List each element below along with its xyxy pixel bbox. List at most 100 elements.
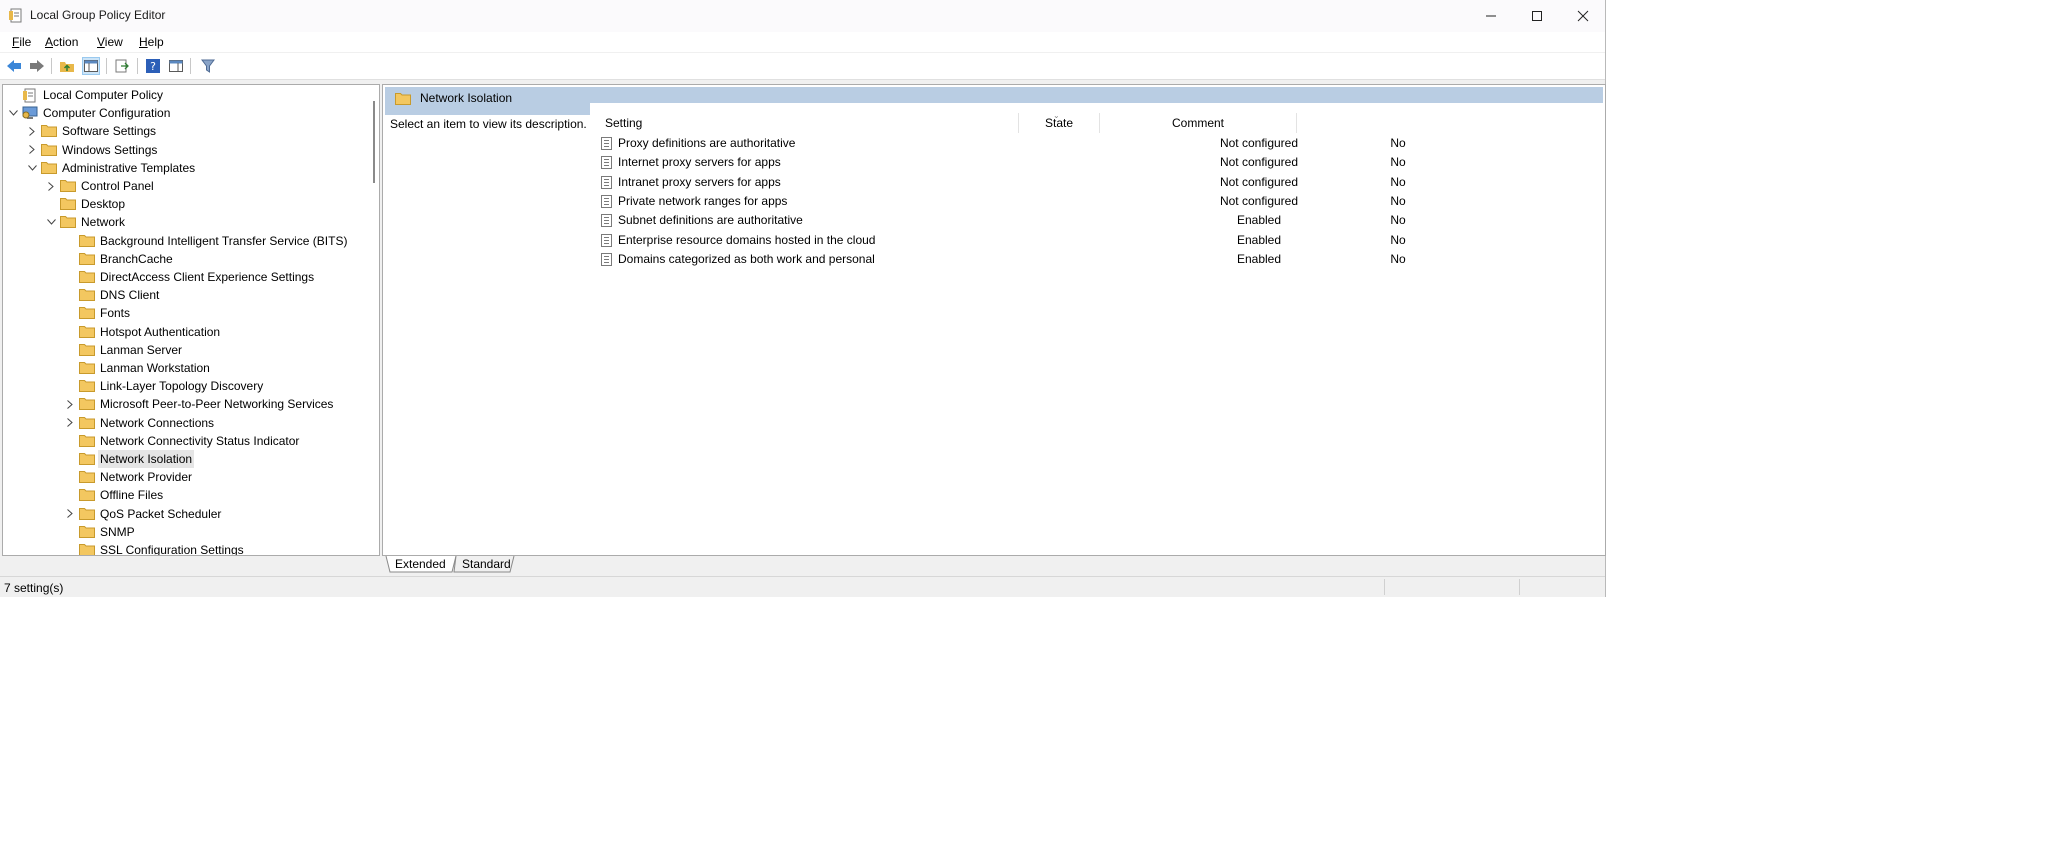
tree-item[interactable]: Lanman Server: [3, 341, 363, 359]
chevron-right-icon[interactable]: [64, 395, 76, 413]
window-title: Local Group Policy Editor: [30, 8, 166, 22]
setting-state: Enabled: [1236, 232, 1282, 247]
tab-standard[interactable]: Standard: [456, 556, 517, 572]
folder-icon: [79, 325, 95, 339]
chevron-right-icon[interactable]: [64, 505, 76, 523]
tree-item[interactable]: Network Connectivity Status Indicator: [3, 432, 363, 450]
tree-item[interactable]: Network Provider: [3, 468, 363, 486]
chevron-right-icon[interactable]: [64, 414, 76, 432]
tree-item[interactable]: Link-Layer Topology Discovery: [3, 377, 363, 395]
tree-vscroll-thumb[interactable]: [373, 101, 375, 183]
chevron-right-icon[interactable]: [45, 177, 57, 195]
tree-item[interactable]: Microsoft Peer-to-Peer Networking Servic…: [3, 395, 363, 413]
tree-item[interactable]: Windows Settings: [3, 141, 363, 159]
setting-row[interactable]: Intranet proxy servers for apps Not confi…: [601, 173, 1501, 192]
tab-extended[interactable]: Extended: [389, 556, 452, 572]
setting-row[interactable]: Internet proxy servers for apps Not confi…: [601, 153, 1501, 172]
column-header-comment[interactable]: Comment: [1101, 114, 1295, 132]
chevron-right-icon[interactable]: [26, 122, 38, 140]
column-header-state[interactable]: State: [1020, 114, 1098, 132]
tree-item-label: Network Connectivity Status Indicator: [100, 433, 300, 448]
chevron-down-icon[interactable]: [45, 213, 57, 231]
tree-item[interactable]: Local Computer Policy: [3, 86, 363, 104]
setting-row[interactable]: Proxy definitions are authoritative Not c…: [601, 134, 1501, 153]
tree-item[interactable]: Control Panel: [3, 177, 363, 195]
chevron-right-icon[interactable]: [26, 141, 38, 159]
tree-item[interactable]: Hotspot Authentication: [3, 323, 363, 341]
menu-view[interactable]: View: [97, 35, 123, 49]
maximize-button[interactable]: [1514, 0, 1560, 32]
console-tree-icon: [84, 60, 98, 72]
forward-button[interactable]: [28, 57, 46, 75]
setting-state: Enabled: [1236, 213, 1282, 228]
tree-item[interactable]: SSL Configuration Settings: [3, 541, 363, 556]
folder-icon: [60, 197, 76, 211]
tree-item-label: DirectAccess Client Experience Settings: [100, 270, 315, 284]
setting-row[interactable]: Domains categorized as both work and per…: [601, 250, 1501, 269]
folder-up-icon: [60, 62, 74, 72]
tree-item-label: Software Settings: [62, 124, 157, 139]
tree-item[interactable]: BranchCache: [3, 250, 363, 268]
help-button[interactable]: ?: [144, 57, 162, 75]
folder-icon: [60, 215, 76, 229]
tree-item[interactable]: QoS Packet Scheduler: [3, 505, 363, 523]
tree-item[interactable]: Administrative Templates: [3, 159, 363, 177]
tree-item-label: SNMP: [100, 524, 135, 539]
help-icon: ?: [146, 59, 160, 73]
show-hide-console-tree-button[interactable]: [82, 57, 100, 75]
extended-description: Select an item to view its description.: [390, 117, 587, 131]
tree-item[interactable]: SNMP: [3, 523, 363, 541]
policy-setting-icon: [601, 233, 612, 247]
back-button[interactable]: [5, 57, 23, 75]
show-hide-action-pane-button[interactable]: [167, 57, 185, 75]
tree-item-label: BranchCache: [100, 251, 173, 266]
folder-icon: [79, 288, 95, 302]
chevron-down-icon[interactable]: [26, 159, 38, 177]
setting-row[interactable]: Private network ranges for apps Not confi…: [601, 192, 1501, 211]
filter-button[interactable]: [199, 57, 217, 75]
tree-item[interactable]: Computer Configuration: [3, 104, 363, 122]
title-bar: Local Group Policy Editor: [0, 0, 1605, 32]
filter-icon: [201, 59, 215, 73]
tree-item[interactable]: DNS Client: [3, 286, 363, 304]
menu-action[interactable]: Action: [45, 35, 78, 49]
folder-icon: [79, 252, 95, 266]
tree-vertical-scrollbar[interactable]: [369, 85, 379, 555]
setting-state: Enabled: [1236, 251, 1282, 266]
export-list-button[interactable]: [113, 57, 131, 75]
up-one-level-button[interactable]: [58, 57, 76, 75]
setting-comment: No: [1390, 213, 1406, 228]
close-button[interactable]: [1560, 0, 1606, 32]
folder-icon: [41, 161, 57, 175]
tree-item[interactable]: Software Settings: [3, 122, 363, 140]
tree-item-label: Network Isolation: [98, 450, 195, 468]
setting-comment: No: [1390, 251, 1406, 266]
column-header-setting[interactable]: Setting: [605, 114, 642, 132]
export-list-icon: [115, 59, 129, 73]
tree-item[interactable]: Network Connections: [3, 414, 363, 432]
tree-item[interactable]: Lanman Workstation: [3, 359, 363, 377]
tree-item[interactable]: Network: [3, 213, 363, 231]
policy-setting-icon: [601, 194, 612, 208]
tree-item[interactable]: Background Intelligent Transfer Service …: [3, 232, 363, 250]
tree-item[interactable]: Desktop: [3, 195, 363, 213]
tree-item[interactable]: Offline Files: [3, 486, 363, 504]
folder-icon: [79, 361, 95, 375]
tree-item-label: Fonts: [100, 306, 131, 321]
tree-item-label: SSL Configuration Settings: [100, 543, 244, 556]
folder-icon: [79, 452, 95, 466]
menu-file[interactable]: File: [12, 35, 31, 49]
tree-item[interactable]: Fonts: [3, 304, 363, 322]
tree-item-label: Administrative Templates: [62, 160, 196, 175]
tree-item-label: Offline Files: [100, 488, 164, 503]
tree-item[interactable]: Network Isolation: [3, 450, 363, 468]
setting-state: Not configured: [1219, 174, 1299, 189]
setting-row[interactable]: Subnet definitions are authoritative Enab…: [601, 211, 1501, 230]
chevron-down-icon[interactable]: [7, 104, 19, 122]
folder-icon: [41, 124, 57, 138]
menu-help[interactable]: Help: [139, 35, 164, 49]
setting-row[interactable]: Enterprise resource domains hosted in th…: [601, 231, 1501, 250]
minimize-button[interactable]: [1468, 0, 1514, 32]
folder-icon: [79, 397, 95, 411]
tree-item[interactable]: DirectAccess Client Experience Settings: [3, 268, 363, 286]
